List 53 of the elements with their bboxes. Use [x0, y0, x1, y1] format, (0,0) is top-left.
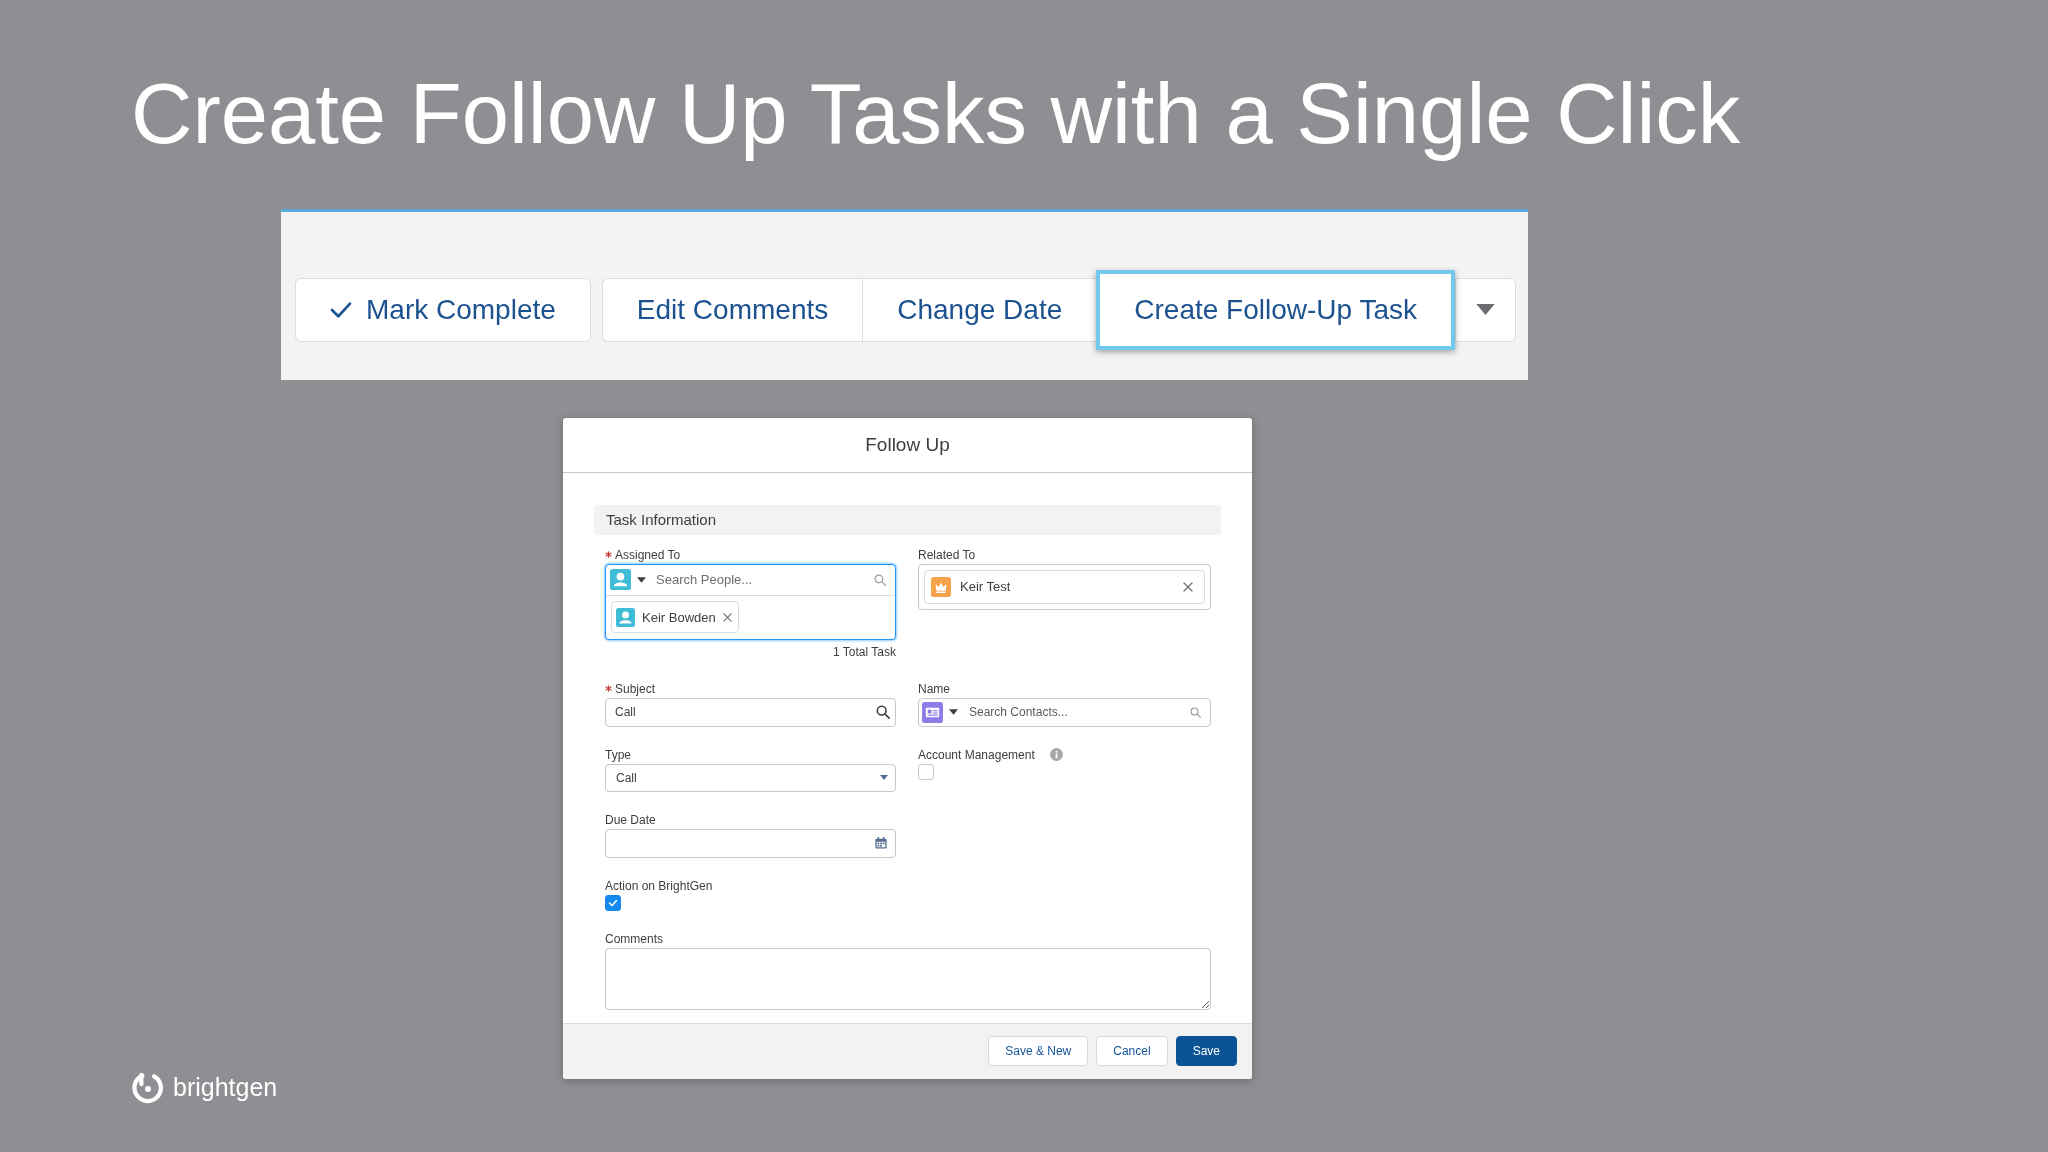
search-icon — [1190, 706, 1201, 718]
field-label: Account Management — [918, 746, 1035, 764]
caret-down-icon — [949, 709, 958, 716]
check-icon — [608, 898, 618, 907]
person-icon — [616, 607, 635, 627]
field-label: Type — [605, 746, 631, 764]
action-button[interactable]: Mark Complete — [295, 277, 591, 342]
footer-button[interactable]: Cancel — [1096, 1036, 1168, 1067]
search-input[interactable]: Search People... — [656, 570, 874, 590]
lookup-field[interactable]: Keir Test — [918, 563, 1211, 610]
check-icon — [330, 300, 352, 319]
caret-down-icon — [1475, 304, 1495, 316]
action-button[interactable]: Create Follow-Up Task — [1096, 269, 1455, 350]
caret-down-icon — [637, 576, 646, 583]
search-icon — [876, 705, 890, 720]
text-field[interactable]: Call — [605, 697, 896, 727]
search-input[interactable]: Search Contacts... — [969, 703, 1190, 722]
field-label: Comments — [605, 930, 663, 948]
field-label: Action on BrightGen — [605, 877, 713, 895]
task-count: 1 Total Task — [833, 643, 896, 661]
section-header: Task Information — [594, 504, 1221, 535]
text-input[interactable]: Call — [615, 703, 876, 722]
person-icon — [610, 569, 631, 591]
save-button[interactable]: Save — [1175, 1036, 1237, 1067]
comments-field[interactable] — [605, 947, 1211, 1010]
field-label: Name — [918, 680, 950, 698]
lookup-field[interactable]: Search Contacts... — [918, 697, 1211, 727]
search-icon — [874, 573, 886, 586]
person-pill[interactable]: Keir Bowden — [611, 601, 739, 634]
close-icon — [722, 612, 732, 622]
field-label: Assigned To — [615, 546, 681, 564]
field-label: Due Date — [605, 811, 656, 829]
logo-icon — [131, 1070, 165, 1105]
checkbox[interactable] — [918, 763, 934, 780]
select-field[interactable]: Call — [605, 763, 896, 792]
action-button[interactable]: Edit Comments — [601, 277, 863, 342]
logo-text: brightgen — [173, 1075, 278, 1101]
slide-title: Create Follow Up Tasks with a Single Click — [131, 65, 1741, 163]
field-label: Subject — [615, 680, 656, 698]
caret-down-icon — [880, 775, 888, 781]
crown-icon — [931, 576, 951, 597]
record-pill[interactable]: Keir Test — [924, 569, 1205, 604]
date-field[interactable] — [605, 828, 896, 858]
calendar-icon — [875, 837, 887, 850]
more-actions-button[interactable] — [1454, 277, 1516, 342]
footer-button[interactable]: Save & New — [988, 1036, 1089, 1067]
action-button[interactable]: Change Date — [862, 277, 1097, 342]
field-label: Related To — [918, 546, 976, 564]
people-lookup-field[interactable]: Search People... Keir Bowden — [605, 563, 896, 640]
checkbox[interactable] — [605, 894, 621, 911]
dialog-title: Follow Up — [865, 432, 950, 457]
contact-card-icon — [922, 701, 943, 723]
close-icon — [1183, 581, 1193, 592]
